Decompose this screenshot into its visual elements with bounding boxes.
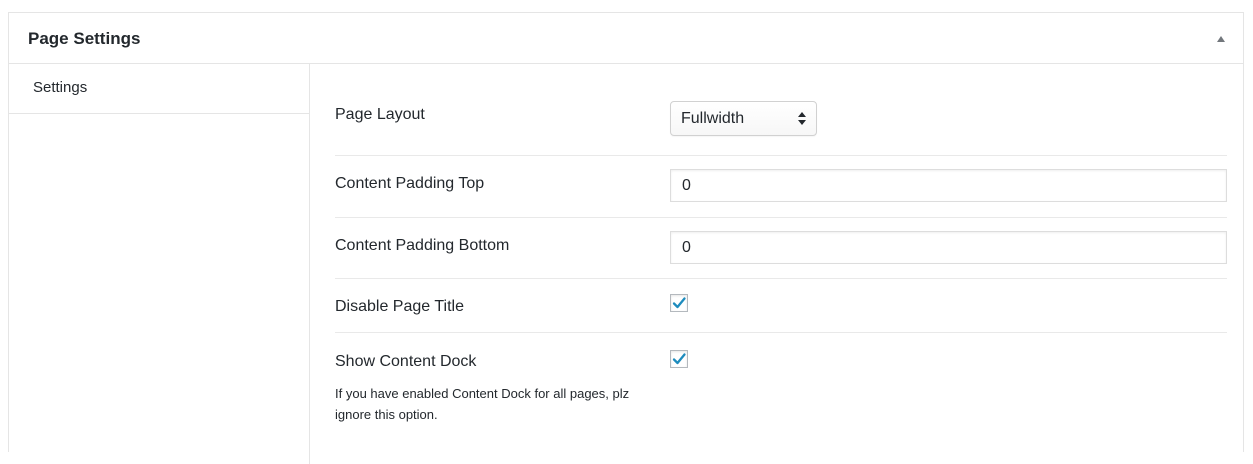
- content-dock-checkbox[interactable]: [670, 350, 688, 368]
- page-layout-selected-value: Fullwidth: [681, 110, 745, 127]
- disable-title-label: Disable Page Title: [335, 298, 464, 315]
- padding-bottom-row: Content Padding Bottom: [335, 217, 1227, 279]
- tab-settings[interactable]: Settings: [9, 64, 309, 114]
- disable-title-row: Disable Page Title: [335, 278, 1227, 333]
- metabox-header[interactable]: Page Settings: [9, 13, 1243, 64]
- updown-arrows-icon: [798, 111, 806, 127]
- padding-bottom-label: Content Padding Bottom: [335, 237, 510, 254]
- checkmark-icon: [672, 297, 686, 309]
- padding-top-label: Content Padding Top: [335, 175, 485, 192]
- checkmark-icon: [672, 353, 686, 365]
- padding-top-input[interactable]: [670, 169, 1227, 202]
- disable-title-checkbox[interactable]: [670, 294, 688, 312]
- padding-top-row: Content Padding Top: [335, 155, 1227, 218]
- page-settings-metabox: Page Settings Settings Page Layout Fullw…: [8, 12, 1244, 464]
- page-layout-select[interactable]: Fullwidth: [670, 101, 817, 136]
- padding-bottom-input[interactable]: [670, 231, 1227, 264]
- metabox-title: Page Settings: [28, 29, 141, 48]
- collapse-toggle-icon[interactable]: [1215, 32, 1229, 46]
- content-dock-label: Show Content Dock: [335, 353, 477, 370]
- settings-tab-nav: Settings: [9, 64, 310, 464]
- page-layout-label: Page Layout: [335, 106, 425, 123]
- page-layout-row: Page Layout Fullwidth: [335, 64, 1227, 156]
- content-dock-description: If you have enabled Content Dock for all…: [335, 386, 630, 422]
- content-dock-row: Show Content Dock If you have enabled Co…: [335, 332, 1227, 464]
